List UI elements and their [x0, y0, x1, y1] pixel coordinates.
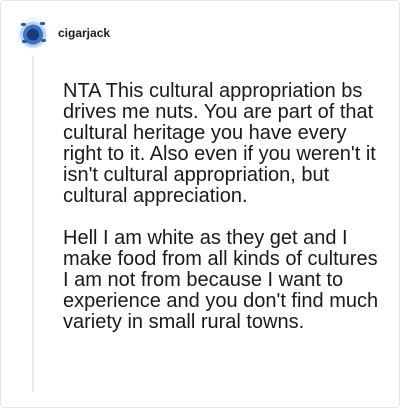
comment-body: NTA This cultural appropriation bs drive… — [63, 81, 385, 354]
comment-paragraph: Hell I am white as they get and I make f… — [63, 227, 379, 333]
comment-paragraph: NTA This cultural appropriation bs drive… — [63, 80, 376, 207]
thread-line[interactable] — [32, 56, 34, 392]
comment-username[interactable]: cigarjack — [58, 26, 110, 40]
comment-header: cigarjack — [17, 16, 110, 50]
comment-card: cigarjack NTA This cultural appropriatio… — [0, 0, 400, 408]
user-avatar-icon[interactable] — [17, 17, 49, 49]
